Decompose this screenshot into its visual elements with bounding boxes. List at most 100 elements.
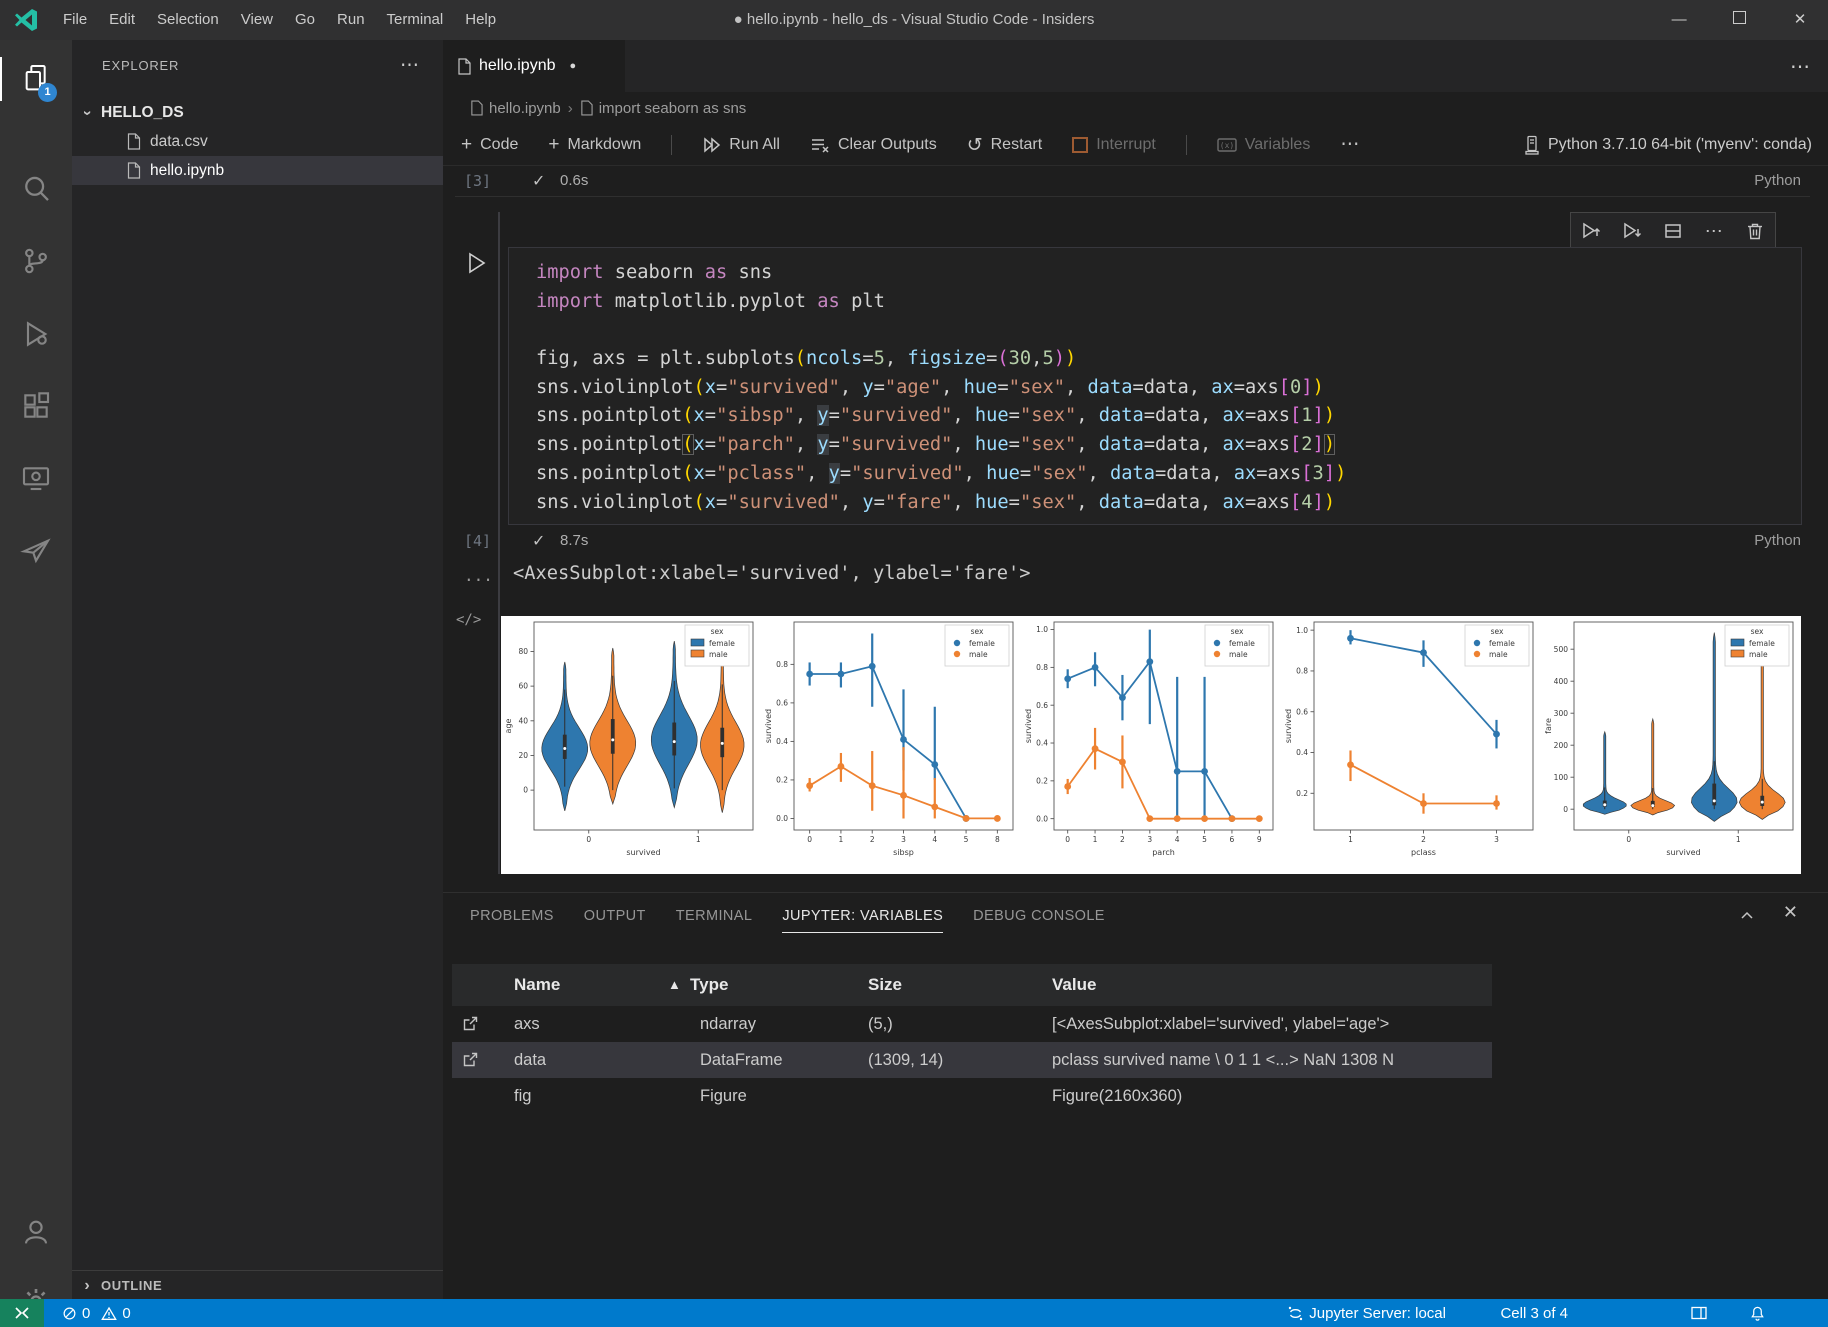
toolbar-divider — [1186, 135, 1187, 155]
column-header-type[interactable]: Type — [690, 964, 728, 1006]
menu-selection[interactable]: Selection — [146, 0, 230, 40]
menu-help[interactable]: Help — [454, 0, 507, 40]
close-panel-icon[interactable]: ✕ — [1783, 902, 1798, 923]
panel-tab-problems[interactable]: PROBLEMS — [470, 893, 554, 939]
add-markdown-cell-button[interactable]: +Markdown — [548, 136, 641, 154]
outline-section[interactable]: › OUTLINE — [72, 1270, 443, 1300]
breadcrumb-symbol[interactable]: import seaborn as sns — [599, 100, 747, 117]
notebook-toolbar: +Code +Markdown Run All Clear Outputs ↺ … — [443, 124, 1828, 166]
file-icon — [470, 100, 483, 116]
menu-run[interactable]: Run — [326, 0, 376, 40]
menu-terminal[interactable]: Terminal — [376, 0, 455, 40]
menu-go[interactable]: Go — [284, 0, 326, 40]
cell-more-actions-icon[interactable]: ⋯ — [1696, 216, 1732, 246]
menu-view[interactable]: View — [230, 0, 284, 40]
cell-indicator[interactable]: Cell 3 of 4 — [1500, 1299, 1568, 1327]
column-header-value[interactable]: Value — [1052, 964, 1096, 1006]
svg-text:1: 1 — [839, 835, 844, 844]
table-row-fig[interactable]: figFigureFigure(2160x360) — [452, 1078, 1492, 1114]
svg-text:male: male — [1229, 650, 1248, 659]
output-more-icon[interactable]: ... — [464, 566, 493, 585]
jupyter-server-status[interactable]: Jupyter Server: local — [1287, 1299, 1446, 1327]
cell-language-picker[interactable]: Python — [1754, 532, 1801, 549]
jupyter-icon — [1287, 1305, 1304, 1322]
file-data-csv[interactable]: data.csv — [72, 127, 443, 156]
explorer-more-actions-icon[interactable]: ⋯ — [400, 54, 419, 77]
cell-value: Figure(2160x360) — [1052, 1078, 1182, 1114]
menu-bar: FileEditSelectionViewGoRunTerminalHelp — [52, 0, 507, 40]
editor-actions-more-icon[interactable]: ⋯ — [1790, 54, 1810, 79]
add-code-cell-button[interactable]: +Code — [461, 136, 518, 154]
sidebar-item-search[interactable] — [0, 160, 72, 218]
run-all-button[interactable]: Run All — [702, 136, 780, 154]
svg-text:2: 2 — [1120, 835, 1125, 844]
panel-tab-debug-console[interactable]: DEBUG CONSOLE — [973, 893, 1105, 939]
chevron-down-icon: › — [78, 106, 96, 120]
column-header-size[interactable]: Size — [868, 964, 902, 1006]
cell-type: Figure — [700, 1078, 747, 1114]
sidebar-item-run-debug[interactable] — [0, 305, 72, 363]
folder-name: HELLO_DS — [101, 104, 184, 122]
run-below-button[interactable] — [1614, 216, 1650, 246]
status-bar: 0 0 Jupyter Server: local Cell 3 of 4 — [0, 1299, 1828, 1327]
sidebar-item-jupyter[interactable] — [0, 521, 72, 579]
tab-hello-ipynb[interactable]: hello.ipynb ● — [443, 40, 625, 92]
run-above-button[interactable] — [1573, 216, 1609, 246]
remote-indicator[interactable] — [0, 1299, 44, 1327]
table-row-data[interactable]: dataDataFrame(1309, 14)pclass survived n… — [452, 1042, 1492, 1078]
panel-tab-output[interactable]: OUTPUT — [584, 893, 646, 939]
menu-edit[interactable]: Edit — [98, 0, 146, 40]
svg-text:survived: survived — [1666, 848, 1700, 857]
cell-language-picker[interactable]: Python — [1754, 172, 1801, 189]
file-name: data.csv — [150, 133, 208, 151]
minimize-icon[interactable]: — — [1651, 0, 1707, 40]
table-row-axs[interactable]: axsndarray(5,)[<AxesSubplot:xlabel='surv… — [452, 1006, 1492, 1042]
menu-file[interactable]: File — [52, 0, 98, 40]
panel-tab-terminal[interactable]: TERMINAL — [676, 893, 753, 939]
restart-button[interactable]: ↺ Restart — [967, 134, 1043, 156]
svg-text:age: age — [504, 718, 513, 733]
sidebar-item-source-control[interactable] — [0, 232, 72, 290]
svg-text:3: 3 — [1147, 835, 1152, 844]
split-cell-button[interactable] — [1655, 216, 1691, 246]
svg-text:2: 2 — [870, 835, 875, 844]
editor-layout-button[interactable] — [1690, 1299, 1708, 1327]
delete-cell-button[interactable] — [1737, 216, 1773, 246]
change-presentation-icon[interactable]: </> — [456, 612, 481, 628]
code-line — [536, 316, 1346, 345]
problems-status[interactable]: 0 0 — [62, 1299, 131, 1327]
sidebar-item-extensions[interactable] — [0, 377, 72, 435]
maximize-panel-icon[interactable] — [1738, 907, 1756, 925]
svg-text:0: 0 — [1065, 835, 1070, 844]
code-line: sns.violinplot(x="survived", y="fare", h… — [536, 489, 1346, 518]
kernel-picker[interactable]: Python 3.7.10 64-bit ('myenv': conda) — [1524, 135, 1812, 155]
close-icon[interactable]: ✕ — [1772, 0, 1828, 40]
sidebar-item-explorer[interactable]: 1 — [0, 49, 72, 107]
variables-icon: (x) — [1217, 137, 1237, 153]
column-header-name[interactable]: Name — [514, 964, 560, 1006]
sidebar-title: EXPLORER — [102, 58, 179, 73]
svg-text:0.6: 0.6 — [1036, 701, 1048, 710]
sidebar-item-remote-explorer[interactable] — [0, 450, 72, 508]
explorer-sidebar: EXPLORER ⋯ › HELLO_DS data.csv hello.ipyn… — [72, 40, 443, 1299]
account-button[interactable] — [0, 1203, 72, 1261]
open-in-viewer-button[interactable] — [462, 1051, 479, 1068]
cell-4-footer: [4] ✓ 8.7s Python — [443, 526, 1828, 556]
file-icon — [580, 100, 593, 116]
code-editor[interactable]: import seaborn as snsimport matplotlib.p… — [508, 247, 1802, 525]
panel-tab-jupyter-variables[interactable]: JUPYTER: VARIABLES — [782, 893, 943, 939]
interrupt-button: Interrupt — [1072, 136, 1156, 154]
breadcrumb-file[interactable]: hello.ipynb — [489, 100, 561, 117]
clear-outputs-button[interactable]: Clear Outputs — [810, 136, 937, 154]
notifications-button[interactable] — [1749, 1299, 1766, 1327]
file-hello-ipynb[interactable]: hello.ipynb — [72, 156, 443, 185]
maximize-icon[interactable] — [1712, 0, 1768, 40]
run-cell-button[interactable] — [467, 252, 487, 274]
toolbar-more-actions-icon[interactable]: ⋯ — [1340, 133, 1359, 156]
folder-row-hello-ds[interactable]: › HELLO_DS — [72, 98, 443, 127]
open-in-viewer-button[interactable] — [462, 1015, 479, 1032]
code-line: sns.pointplot(x="parch", y="survived", h… — [536, 431, 1346, 460]
sort-ascending-icon: ▲ — [668, 964, 681, 1006]
svg-text:0.0: 0.0 — [1036, 814, 1048, 823]
interrupt-icon — [1072, 137, 1088, 153]
